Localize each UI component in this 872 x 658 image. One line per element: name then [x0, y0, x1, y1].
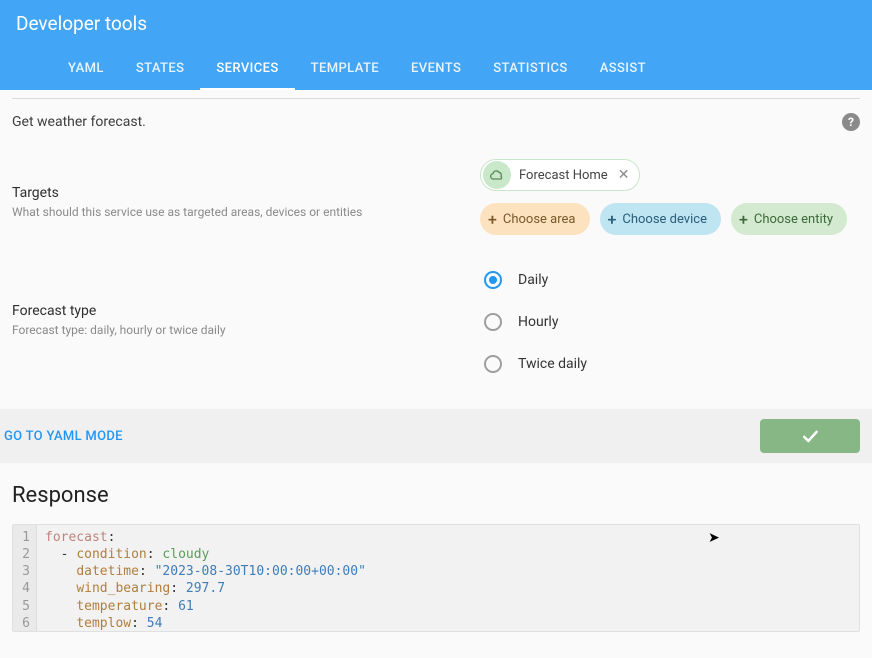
choose-device-button[interactable]: + Choose device	[600, 203, 721, 235]
page-title: Developer tools	[16, 12, 856, 47]
choose-area-label: Choose area	[503, 212, 576, 227]
call-service-button[interactable]	[760, 419, 860, 453]
radio-icon	[484, 313, 502, 331]
radio-hourly[interactable]: Hourly	[484, 313, 860, 331]
header-tabs: YAMLSTATESSERVICESTEMPLATEEVENTSSTATISTI…	[16, 47, 856, 90]
radio-label: Twice daily	[518, 356, 587, 372]
tab-statistics[interactable]: STATISTICS	[477, 47, 583, 90]
response-heading: Response	[12, 483, 860, 508]
help-icon[interactable]: ?	[842, 113, 860, 131]
choose-entity-label: Choose entity	[754, 212, 833, 227]
targets-label: Targets	[12, 185, 432, 201]
radio-label: Hourly	[518, 314, 558, 330]
forecast-type-radio-group: Daily Hourly Twice daily	[480, 265, 860, 373]
cloud-icon	[483, 161, 511, 189]
tab-events[interactable]: EVENTS	[395, 47, 477, 90]
radio-icon	[484, 271, 502, 289]
choose-area-button[interactable]: + Choose area	[480, 203, 590, 235]
tab-template[interactable]: TEMPLATE	[295, 47, 395, 90]
remove-entity-icon[interactable]: ✕	[618, 167, 630, 183]
check-icon	[800, 426, 820, 446]
tab-assist[interactable]: ASSIST	[584, 47, 662, 90]
go-to-yaml-button[interactable]: GO TO YAML MODE	[0, 429, 123, 444]
plus-icon: +	[739, 210, 748, 229]
app-header: Developer tools YAMLSTATESSERVICESTEMPLA…	[0, 0, 872, 90]
plus-icon: +	[488, 210, 497, 229]
service-description: Get weather forecast.	[12, 114, 146, 130]
forecast-type-label: Forecast type	[12, 303, 432, 319]
forecast-type-sub: Forecast type: daily, hourly or twice da…	[12, 323, 432, 337]
tab-services[interactable]: SERVICES	[200, 47, 294, 90]
entity-chip-label: Forecast Home	[519, 168, 608, 183]
tab-yaml[interactable]: YAML	[52, 47, 120, 90]
choose-device-label: Choose device	[622, 212, 707, 227]
radio-twice-daily[interactable]: Twice daily	[484, 355, 860, 373]
radio-daily[interactable]: Daily	[484, 271, 860, 289]
choose-entity-button[interactable]: + Choose entity	[731, 203, 847, 235]
action-bar: GO TO YAML MODE	[0, 409, 872, 463]
radio-icon	[484, 355, 502, 373]
tab-states[interactable]: STATES	[120, 47, 201, 90]
radio-label: Daily	[518, 272, 548, 288]
targets-sub: What should this service use as targeted…	[12, 205, 432, 219]
response-code: 1 2 3 4 5 6 7 forecast: - condition: clo…	[12, 524, 860, 632]
plus-icon: +	[608, 210, 617, 229]
selected-entity-chip[interactable]: Forecast Home ✕	[480, 159, 640, 191]
